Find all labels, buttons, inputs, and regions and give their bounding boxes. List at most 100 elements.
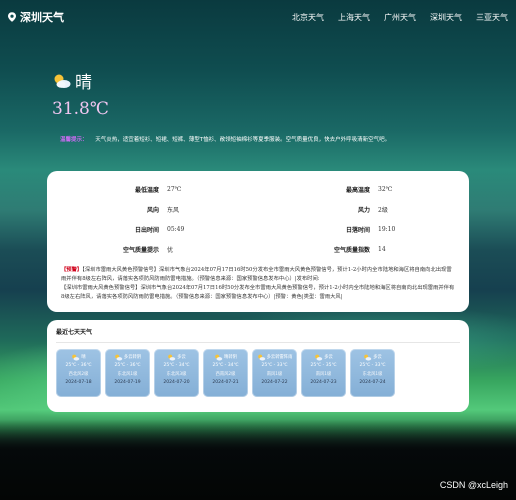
sun-cloud-icon (72, 354, 80, 361)
detail-min-temp: 最低温度 27℃ (61, 184, 258, 195)
brand[interactable]: 深圳天气 (8, 9, 64, 25)
forecast-card[interactable]: 多云转雷阵雨 25℃ - 33℃ 南风1级 2024-07-22 (252, 349, 297, 397)
card-wind: 东北风3级 (166, 372, 187, 377)
card-date: 2024-07-22 (261, 380, 288, 385)
card-header: 多云转雷阵雨 (257, 353, 293, 361)
condition-row: 晴 (52, 68, 109, 93)
nav-link-guangzhou[interactable]: 广州天气 (384, 12, 416, 23)
detail-value: 优 (167, 247, 174, 254)
sun-cloud-icon (215, 354, 223, 361)
detail-sunset: 日落时间 19:10 (258, 224, 455, 235)
detail-value: 14 (378, 246, 386, 253)
detail-sunrise: 日出时间 05:49 (61, 224, 258, 235)
detail-air-quality-index: 空气质量指数 14 (258, 244, 455, 255)
card-condition: 多云转雷阵雨 (266, 355, 293, 360)
card-temperature: 25℃ - 36℃ (114, 363, 141, 368)
card-wind: 西南风2级 (215, 372, 236, 377)
card-header: 多云 (167, 353, 186, 361)
detail-value: 05:49 (167, 226, 185, 233)
detail-label: 风向 (146, 207, 159, 214)
card-date: 2024-07-18 (65, 380, 92, 385)
card-temperature: 25℃ - 35℃ (310, 363, 337, 368)
treeline-silhouette (0, 420, 516, 500)
warm-tip: 温馨提示： 天气炎热，适宜着短衫、短裙、短裤、薄型T恤衫、敞领短袖棉衫等夏季服装… (60, 135, 390, 143)
detail-label: 风力 (357, 207, 370, 214)
card-date: 2024-07-20 (163, 380, 190, 385)
card-temperature: 25℃ - 34℃ (163, 363, 190, 368)
card-condition: 多云转阴 (123, 355, 142, 360)
detail-wind-direction: 风向 东风 (61, 204, 258, 215)
detail-max-temp: 最高温度 32℃ (258, 184, 455, 195)
sun-cloud-icon (168, 354, 176, 361)
detail-value: 东风 (167, 207, 180, 214)
detail-label: 空气质量指数 (333, 247, 370, 254)
card-temperature: 25℃ - 33℃ (359, 363, 386, 368)
card-condition: 晴转阴 (224, 355, 237, 360)
forecast-card[interactable]: 多云转阴 25℃ - 36℃ 东北风1级 2024-07-19 (105, 349, 150, 397)
sun-cloud-icon (257, 354, 265, 361)
card-date: 2024-07-19 (114, 380, 141, 385)
detail-air-quality-tip: 空气质量提示 优 (61, 244, 258, 255)
forecast-card[interactable]: 多云 25℃ - 34℃ 东北风3级 2024-07-20 (154, 349, 199, 397)
nav-link-shanghai[interactable]: 上海天气 (338, 12, 370, 23)
card-header: 晴 (71, 353, 86, 361)
detail-grid: 最低温度 27℃ 最高温度 32℃ 风向 东风 风力 2级 日出时间 05:49… (61, 184, 455, 255)
detail-label: 最低温度 (134, 187, 159, 194)
sun-cloud-icon (315, 354, 323, 361)
nav-link-beijing[interactable]: 北京天气 (292, 12, 324, 23)
detail-label: 日落时间 (345, 227, 370, 234)
forecast-card[interactable]: 晴 25℃ - 36℃ 西北风2级 2024-07-18 (56, 349, 101, 397)
current-condition: 晴 (75, 73, 92, 93)
brand-title: 深圳天气 (20, 11, 64, 24)
sun-cloud-icon (54, 74, 71, 88)
card-wind: 南风1级 (315, 372, 332, 377)
card-wind: 南风1级 (266, 372, 283, 377)
alert-tag: 【预警】 (61, 267, 83, 273)
card-condition: 多云 (177, 355, 186, 360)
forecast-cards: 晴 25℃ - 36℃ 西北风2级 2024-07-18 多云转阴 25℃ - … (56, 349, 460, 397)
sun-cloud-icon (364, 354, 372, 361)
detail-label: 最高温度 (345, 187, 370, 194)
current-temperature: 31.8℃ (52, 99, 109, 119)
forecast-card[interactable]: 多云 25℃ - 35℃ 南风1级 2024-07-23 (301, 349, 346, 397)
card-header: 多云转阴 (114, 353, 141, 361)
detail-label: 日出时间 (134, 227, 159, 234)
warm-tip-text: 天气炎热，适宜着短衫、短裙、短裤、薄型T恤衫、敞领短袖棉衫等夏季服装。空气质量优… (95, 137, 391, 143)
card-temperature: 25℃ - 34℃ (212, 363, 239, 368)
detail-value: 2级 (378, 207, 388, 214)
card-header: 多云 (363, 353, 382, 361)
alert-message-1: 【深圳市雷雨大风黄色预警信号】深圳市气象台2024年07月17日16时50分发布… (61, 267, 452, 282)
current-weather: 晴 31.8℃ (52, 68, 109, 119)
nav-link-shenzhen[interactable]: 深圳天气 (430, 12, 462, 23)
card-condition: 多云 (373, 355, 382, 360)
watermark: CSDN @xcLeigh (439, 480, 508, 490)
card-condition: 晴 (81, 355, 86, 360)
card-temperature: 25℃ - 36℃ (65, 363, 92, 368)
detail-wind-force: 风力 2级 (258, 204, 455, 215)
card-condition: 多云 (324, 355, 333, 360)
sun-cloud-icon (115, 354, 123, 361)
detail-label: 空气质量提示 (122, 247, 159, 254)
forecast-card[interactable]: 多云 25℃ - 33℃ 东北风1级 2024-07-24 (350, 349, 395, 397)
card-wind: 西北风2级 (68, 372, 89, 377)
card-header: 晴转阴 (214, 353, 237, 361)
detail-value: 27℃ (167, 186, 182, 193)
detail-value: 19:10 (378, 226, 396, 233)
navbar: 深圳天气 北京天气 上海天气 广州天气 深圳天气 三亚天气 (0, 0, 516, 34)
card-wind: 东北风1级 (362, 372, 383, 377)
detail-panel: 最低温度 27℃ 最高温度 32℃ 风向 东风 风力 2级 日出时间 05:49… (47, 171, 469, 312)
card-header: 多云 (314, 353, 333, 361)
detail-value: 32℃ (378, 186, 393, 193)
alert-message-2: 【深圳市雷雨大风黄色预警信号】深圳市气象台2024年07月17日16时50分发布… (61, 285, 455, 300)
nav-links: 北京天气 上海天气 广州天气 深圳天气 三亚天气 (292, 12, 508, 23)
card-date: 2024-07-23 (310, 380, 337, 385)
card-date: 2024-07-21 (212, 380, 239, 385)
seven-day-title: 最近七天天气 (56, 329, 93, 336)
divider (56, 342, 460, 343)
card-date: 2024-07-24 (359, 380, 386, 385)
forecast-card[interactable]: 晴转阴 25℃ - 34℃ 西南风2级 2024-07-21 (203, 349, 248, 397)
card-wind: 东北风1级 (117, 372, 138, 377)
warm-tip-label: 温馨提示： (60, 137, 88, 143)
alert-text: 【预警】【深圳市雷雨大风黄色预警信号】深圳市气象台2024年07月17日16时5… (61, 266, 455, 302)
nav-link-sanya[interactable]: 三亚天气 (476, 12, 508, 23)
